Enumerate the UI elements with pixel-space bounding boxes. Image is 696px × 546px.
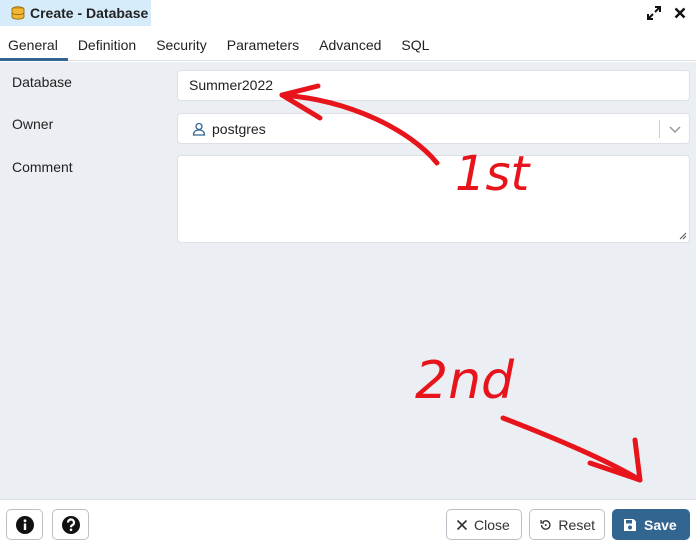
database-name-input[interactable]: Summer2022	[177, 70, 690, 101]
tab-parameters[interactable]: Parameters	[217, 29, 309, 60]
reset-button[interactable]: Reset	[529, 509, 605, 540]
tab-bar: General Definition Security Parameters A…	[0, 30, 696, 61]
resize-handle-icon[interactable]	[678, 231, 687, 240]
dialog-titlebar[interactable]: Create - Database	[0, 0, 696, 28]
dialog-title: Create - Database	[30, 5, 149, 21]
database-icon	[11, 6, 25, 20]
x-icon	[456, 519, 468, 530]
tab-security[interactable]: Security	[146, 29, 217, 60]
comment-textarea[interactable]	[177, 155, 690, 243]
help-button[interactable]	[52, 509, 89, 540]
save-button-label: Save	[644, 516, 677, 533]
database-label: Database	[12, 74, 72, 90]
info-icon	[15, 515, 34, 534]
tab-advanced[interactable]: Advanced	[309, 29, 391, 60]
expand-icon[interactable]	[646, 5, 662, 21]
tab-sql[interactable]: SQL	[391, 29, 439, 60]
owner-label: Owner	[12, 116, 54, 132]
form-panel: Database Summer2022 Owner postgres Comme…	[0, 62, 696, 499]
chevron-down-icon[interactable]	[668, 122, 682, 136]
dialog-footer: Close Reset Save	[0, 499, 696, 546]
user-icon	[192, 122, 206, 136]
close-button-label: Close	[474, 516, 510, 533]
reset-icon	[540, 519, 551, 530]
close-button[interactable]: Close	[446, 509, 522, 540]
owner-value: postgres	[212, 120, 266, 137]
tab-definition[interactable]: Definition	[68, 29, 146, 60]
help-icon	[61, 515, 80, 534]
reset-button-label: Reset	[558, 516, 595, 533]
select-separator	[659, 120, 660, 138]
tab-general[interactable]: General	[0, 29, 68, 61]
comment-label: Comment	[12, 159, 73, 175]
database-name-value: Summer2022	[189, 77, 274, 93]
owner-select[interactable]: postgres	[177, 113, 690, 144]
save-icon	[624, 518, 636, 531]
save-button[interactable]: Save	[612, 509, 690, 540]
close-icon[interactable]	[672, 5, 688, 21]
dialog-title-tab: Create - Database	[0, 0, 151, 26]
info-button[interactable]	[6, 509, 43, 540]
